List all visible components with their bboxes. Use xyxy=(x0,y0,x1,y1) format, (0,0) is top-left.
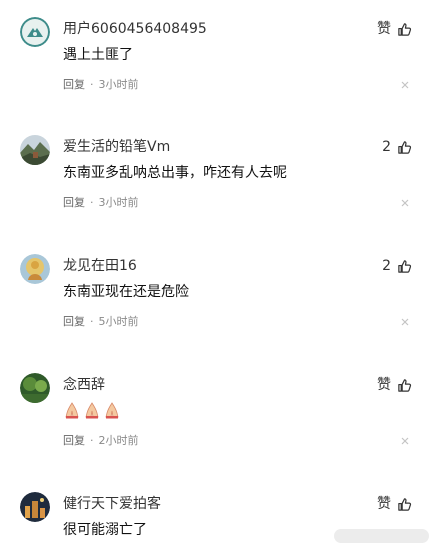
like-count: 赞 xyxy=(377,496,391,512)
comment-item: 用户6060456408495 遇上土匪了 回复 · 3小时前 赞 xyxy=(0,17,437,137)
like-button[interactable]: 赞 xyxy=(377,495,412,513)
reply-button[interactable]: 回复 xyxy=(63,434,85,447)
avatar[interactable] xyxy=(20,492,50,522)
comment-item: 爱生活的铅笔Vm 东南亚多乱呐总出事，咋还有人去呢 回复 · 3小时前 2 xyxy=(0,135,437,255)
comment-text: 很可能溺亡了 xyxy=(63,522,147,538)
username[interactable]: 用户6060456408495 xyxy=(63,20,207,38)
timestamp: 3小时前 xyxy=(98,196,139,209)
username[interactable]: 龙见在田16 xyxy=(63,257,137,275)
landscape-photo-avatar-icon xyxy=(20,135,50,165)
close-icon[interactable] xyxy=(400,198,410,208)
avatar[interactable] xyxy=(20,135,50,165)
like-button[interactable]: 赞 xyxy=(377,20,412,38)
thumbs-up-icon xyxy=(397,497,412,512)
reply-button[interactable]: 回复 xyxy=(63,78,85,91)
username[interactable]: 健行天下爱拍客 xyxy=(63,495,161,513)
comment-item: 念西辞 回复 · 2小时前 赞 xyxy=(0,373,437,493)
close-icon[interactable] xyxy=(400,436,410,446)
like-button[interactable]: 2 xyxy=(382,257,412,275)
avatar[interactable] xyxy=(20,17,50,47)
comment-list: 用户6060456408495 遇上土匪了 回复 · 3小时前 赞 爱生活的铅笔Vm… xyxy=(0,0,437,549)
comment-meta: 回复 · 5小时前 xyxy=(63,315,139,329)
timestamp: 3小时前 xyxy=(98,78,139,91)
timestamp: 5小时前 xyxy=(98,315,139,328)
comment-meta: 回复 · 3小时前 xyxy=(63,78,139,92)
like-count: 赞 xyxy=(377,377,391,393)
comment-text: 东南亚现在还是危险 xyxy=(63,284,189,300)
praying-hands-emoji-icon xyxy=(103,401,121,423)
comment-meta: 回复 · 2小时前 xyxy=(63,434,139,448)
green-nature-avatar-icon xyxy=(20,373,50,403)
thumbs-up-icon xyxy=(397,378,412,393)
comment-item: 龙见在田16 东南亚现在还是危险 回复 · 5小时前 2 xyxy=(0,254,437,374)
username[interactable]: 念西辞 xyxy=(63,376,105,394)
close-icon[interactable] xyxy=(400,317,410,327)
meta-separator: · xyxy=(90,434,94,447)
praying-hands-emoji-icon xyxy=(83,401,101,423)
city-night-avatar-icon xyxy=(20,492,50,522)
avatar[interactable] xyxy=(20,254,50,284)
comment-text: 遇上土匪了 xyxy=(63,47,133,63)
like-button[interactable]: 2 xyxy=(382,138,412,156)
like-count: 赞 xyxy=(377,21,391,37)
reply-button[interactable]: 回复 xyxy=(63,315,85,328)
thumbs-up-icon xyxy=(397,259,412,274)
comment-meta: 回复 · 3小时前 xyxy=(63,196,139,210)
praying-hands-emoji-icon xyxy=(63,401,81,423)
default-user-avatar-icon xyxy=(20,17,50,47)
buddha-art-avatar-icon xyxy=(20,254,50,284)
like-count: 2 xyxy=(382,258,391,274)
timestamp: 2小时前 xyxy=(98,434,139,447)
reply-button[interactable]: 回复 xyxy=(63,196,85,209)
username[interactable]: 爱生活的铅笔Vm xyxy=(63,138,170,156)
like-count: 2 xyxy=(382,139,391,155)
emoji-content xyxy=(63,401,121,423)
thumbs-up-icon xyxy=(397,140,412,155)
comment-text: 东南亚多乱呐总出事，咋还有人去呢 xyxy=(63,165,287,181)
meta-separator: · xyxy=(90,315,94,328)
close-icon[interactable] xyxy=(400,80,410,90)
like-button[interactable]: 赞 xyxy=(377,376,412,394)
avatar[interactable] xyxy=(20,373,50,403)
watermark xyxy=(334,529,429,543)
thumbs-up-icon xyxy=(397,22,412,37)
meta-separator: · xyxy=(90,196,94,209)
meta-separator: · xyxy=(90,78,94,91)
